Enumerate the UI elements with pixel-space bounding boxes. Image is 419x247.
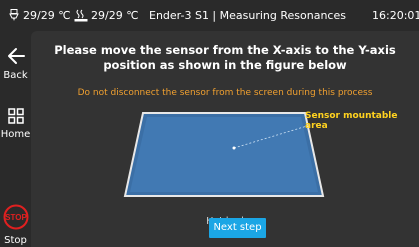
warning-text: Do not disconnect the sensor from the sc… — [77, 88, 373, 98]
stop-icon-text: STOP — [5, 213, 27, 222]
main-panel: Please move the sensor from the X-axis t… — [31, 31, 419, 247]
sensor-label-line-1: Sensor mountable — [305, 111, 398, 121]
sensor-area-dot — [232, 146, 236, 150]
back-arrow-icon — [7, 48, 25, 64]
headline-line-1: Please move the sensor from the X-axis t… — [54, 43, 396, 57]
instruction-headline: Please move the sensor from the X-axis t… — [31, 43, 419, 73]
sensor-label-line-2: area — [305, 121, 328, 131]
back-label: Back — [3, 70, 28, 81]
sensor-area-label: Sensor mountable area — [305, 111, 398, 131]
back-button[interactable]: Back — [0, 47, 31, 81]
home-button[interactable]: Home — [0, 108, 31, 140]
bed-temp-value: 29/29 ℃ — [91, 9, 139, 22]
home-label: Home — [0, 129, 31, 140]
stop-label: Stop — [4, 235, 27, 246]
sidebar: Back Home STOP Stop — [0, 31, 31, 247]
clock: 16:20:01 — [372, 9, 419, 22]
bed-temp-readout: 29/29 ℃ — [74, 0, 139, 31]
nozzle-temp-value: 29/29 ℃ — [23, 9, 71, 22]
home-grid-icon — [7, 108, 24, 124]
status-bar: 29/29 ℃ 29/29 ℃ Ender-3 S1 | Measuring R… — [0, 0, 419, 31]
hotbed-inner — [130, 117, 318, 192]
nozzle-temp-readout: 29/29 ℃ — [8, 0, 71, 31]
headline-line-2: position as shown in the figure below — [103, 58, 347, 72]
bed-temperature-icon — [74, 9, 88, 22]
next-step-button[interactable]: Next step — [209, 218, 266, 238]
stop-button[interactable]: STOP Stop — [0, 204, 31, 246]
stop-icon: STOP — [3, 204, 28, 230]
screen-title: Ender-3 S1 | Measuring Resonances — [149, 9, 346, 22]
nozzle-temperature-icon — [9, 9, 19, 21]
